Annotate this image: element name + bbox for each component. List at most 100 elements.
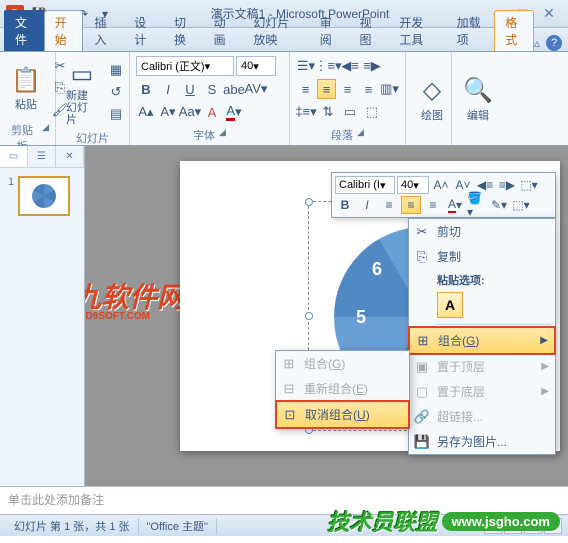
group-clipboard: 📋 粘贴 ✂ ⎘ 🖌 剪贴板◢ bbox=[0, 52, 56, 145]
grow-font-button[interactable]: A▴ bbox=[136, 102, 156, 122]
help-icon[interactable]: ? bbox=[546, 35, 562, 51]
tab-format[interactable]: 格式 bbox=[494, 10, 534, 51]
bold-button[interactable]: B bbox=[136, 79, 156, 99]
align-text-button[interactable]: ▭ bbox=[340, 102, 360, 122]
reset-icon[interactable]: ↺ bbox=[106, 82, 126, 102]
tab-home[interactable]: 开始 bbox=[44, 10, 84, 51]
pie-segment-5: 5 bbox=[356, 307, 366, 328]
mini-fill-button[interactable]: 🪣▾ bbox=[467, 196, 487, 214]
watermark-url: WWW.D9SOFT.COM bbox=[85, 311, 150, 322]
ribbon-minimize-icon[interactable]: ▵ bbox=[534, 36, 540, 50]
group-submenu: ⊞ 组合(G) ⊟ 重新组合(E) ⊡ 取消组合(U) bbox=[275, 350, 410, 429]
indent-inc-button[interactable]: ≡▶ bbox=[362, 56, 382, 76]
save-pic-icon: 💾 bbox=[413, 433, 431, 451]
shrink-font-button[interactable]: A▾ bbox=[158, 102, 178, 122]
align-center-button[interactable]: ≡ bbox=[317, 79, 336, 99]
strike-button[interactable]: S bbox=[202, 79, 222, 99]
mini-outline-button[interactable]: ✎▾ bbox=[489, 196, 509, 214]
tab-animations[interactable]: 动画 bbox=[203, 10, 243, 51]
font-launcher[interactable]: ◢ bbox=[219, 127, 226, 143]
panel-close[interactable]: ✕ bbox=[56, 146, 84, 167]
shadow-button[interactable]: abe bbox=[224, 79, 244, 99]
font-name-select[interactable]: Calibri (正文) ▾ bbox=[136, 56, 234, 76]
font-size-select[interactable]: 40 ▾ bbox=[236, 56, 276, 76]
menu-send-back[interactable]: ▢ 置于底层 ▶ bbox=[409, 379, 555, 404]
spacing-button[interactable]: AV▾ bbox=[246, 79, 266, 99]
submenu-ungroup[interactable]: ⊡ 取消组合(U) bbox=[277, 402, 408, 427]
tab-developer[interactable]: 开发工具 bbox=[388, 10, 445, 51]
handle-w[interactable] bbox=[305, 312, 313, 320]
mini-font-color-button[interactable]: A▾ bbox=[445, 196, 465, 214]
close-button[interactable]: ✕ bbox=[536, 5, 562, 23]
underline-button[interactable]: U bbox=[180, 79, 200, 99]
mini-arrange-button[interactable]: ⬚▾ bbox=[511, 196, 531, 214]
tab-file[interactable]: 文件 bbox=[4, 10, 44, 51]
tab-design[interactable]: 设计 bbox=[123, 10, 163, 51]
clear-format-button[interactable]: A bbox=[202, 102, 222, 122]
menu-hyperlink[interactable]: 🔗 超链接... bbox=[409, 404, 555, 429]
tab-addins[interactable]: 加载项 bbox=[446, 10, 495, 51]
tab-view[interactable]: 视图 bbox=[348, 10, 388, 51]
menu-cut[interactable]: ✂ 剪切 bbox=[409, 219, 555, 244]
slide-panel: ▭ ☰ ✕ 1 bbox=[0, 146, 85, 486]
tab-review[interactable]: 审阅 bbox=[309, 10, 349, 51]
indent-dec-button[interactable]: ◀≡ bbox=[340, 56, 360, 76]
paste-options-label: 粘贴选项: bbox=[409, 269, 555, 290]
ribbon-tabs: 文件 开始 插入 设计 切换 动画 幻灯片放映 审阅 视图 开发工具 加载项 格… bbox=[0, 28, 568, 52]
editing-button[interactable]: 🔍 编辑 bbox=[458, 73, 498, 125]
drawing-button[interactable]: ◇ 绘图 bbox=[412, 73, 452, 125]
copy-icon: ⎘ bbox=[413, 248, 431, 266]
font-color-button[interactable]: A▾ bbox=[224, 102, 244, 122]
mini-grow-icon[interactable]: A˄ bbox=[431, 176, 451, 194]
mini-bold-button[interactable]: B bbox=[335, 196, 355, 214]
mini-align-left-button[interactable]: ≡ bbox=[379, 196, 399, 214]
outline-tab[interactable]: ☰ bbox=[28, 146, 56, 167]
tab-transitions[interactable]: 切换 bbox=[163, 10, 203, 51]
group-paragraph: ☰▾ ⋮≡▾ ◀≡ ≡▶ ≡ ≡ ≡ ≡ ▥▾ ‡≡▾ ⇅ ▭ ⬚ 段落◢ bbox=[290, 52, 406, 145]
mini-align-right-button[interactable]: ≡ bbox=[423, 196, 443, 214]
numbering-button[interactable]: ⋮≡▾ bbox=[318, 56, 338, 76]
mini-size-select[interactable]: 40▾ bbox=[397, 176, 429, 194]
justify-button[interactable]: ≡ bbox=[359, 79, 378, 99]
change-case-button[interactable]: Aa▾ bbox=[180, 102, 200, 122]
slides-tab[interactable]: ▭ bbox=[0, 146, 28, 167]
menu-save-as-pic[interactable]: 💾 另存为图片... bbox=[409, 429, 555, 454]
mini-align-center-button[interactable]: ≡ bbox=[401, 196, 421, 214]
italic-button[interactable]: I bbox=[158, 79, 178, 99]
align-left-button[interactable]: ≡ bbox=[296, 79, 315, 99]
tab-slideshow[interactable]: 幻灯片放映 bbox=[242, 10, 308, 51]
bring-front-icon: ▣ bbox=[413, 358, 431, 376]
smartart-button[interactable]: ⬚ bbox=[362, 102, 382, 122]
align-right-button[interactable]: ≡ bbox=[338, 79, 357, 99]
send-back-icon: ▢ bbox=[413, 383, 431, 401]
paragraph-launcher[interactable]: ◢ bbox=[357, 127, 364, 143]
columns-button[interactable]: ▥▾ bbox=[380, 79, 399, 99]
section-icon[interactable]: ▤ bbox=[106, 104, 126, 124]
mini-italic-button[interactable]: I bbox=[357, 196, 377, 214]
paste-button[interactable]: 📋 粘贴 bbox=[6, 62, 46, 114]
paste-option-keep[interactable]: A bbox=[437, 292, 463, 318]
submenu-regroup[interactable]: ⊟ 重新组合(E) bbox=[276, 376, 409, 401]
new-slide-button[interactable]: ▭ 新建 幻灯片 bbox=[62, 56, 102, 128]
menu-group[interactable]: ⊞ 组合(G) ▶ bbox=[410, 328, 554, 353]
text-direction-button[interactable]: ⇅ bbox=[318, 102, 338, 122]
new-slide-icon: ▭ bbox=[66, 58, 98, 90]
group-slides: ▭ 新建 幻灯片 ▦ ↺ ▤ 幻灯片 bbox=[56, 52, 130, 145]
paste-icon: 📋 bbox=[10, 64, 42, 96]
slide-thumbnail[interactable]: 1 bbox=[8, 176, 76, 216]
line-spacing-button[interactable]: ‡≡▾ bbox=[296, 102, 316, 122]
mini-indent-inc-icon[interactable]: ≡▶ bbox=[497, 176, 517, 194]
group-drawing: ◇ 绘图 bbox=[406, 52, 452, 145]
cut-icon: ✂ bbox=[413, 223, 431, 241]
regroup-icon: ⊟ bbox=[280, 380, 298, 398]
layout-icon[interactable]: ▦ bbox=[106, 60, 126, 80]
handle-nw[interactable] bbox=[305, 198, 313, 206]
submenu-group[interactable]: ⊞ 组合(G) bbox=[276, 351, 409, 376]
tab-insert[interactable]: 插入 bbox=[83, 10, 123, 51]
mini-effects-icon[interactable]: ⬚▾ bbox=[519, 176, 539, 194]
bullets-button[interactable]: ☰▾ bbox=[296, 56, 316, 76]
mini-font-select[interactable]: Calibri (I▾ bbox=[335, 176, 395, 194]
menu-bring-front[interactable]: ▣ 置于顶层 ▶ bbox=[409, 354, 555, 379]
ribbon: 📋 粘贴 ✂ ⎘ 🖌 剪贴板◢ ▭ 新建 幻灯片 ▦ ↺ ▤ 幻灯片 bbox=[0, 52, 568, 146]
menu-copy[interactable]: ⎘ 复制 bbox=[409, 244, 555, 269]
